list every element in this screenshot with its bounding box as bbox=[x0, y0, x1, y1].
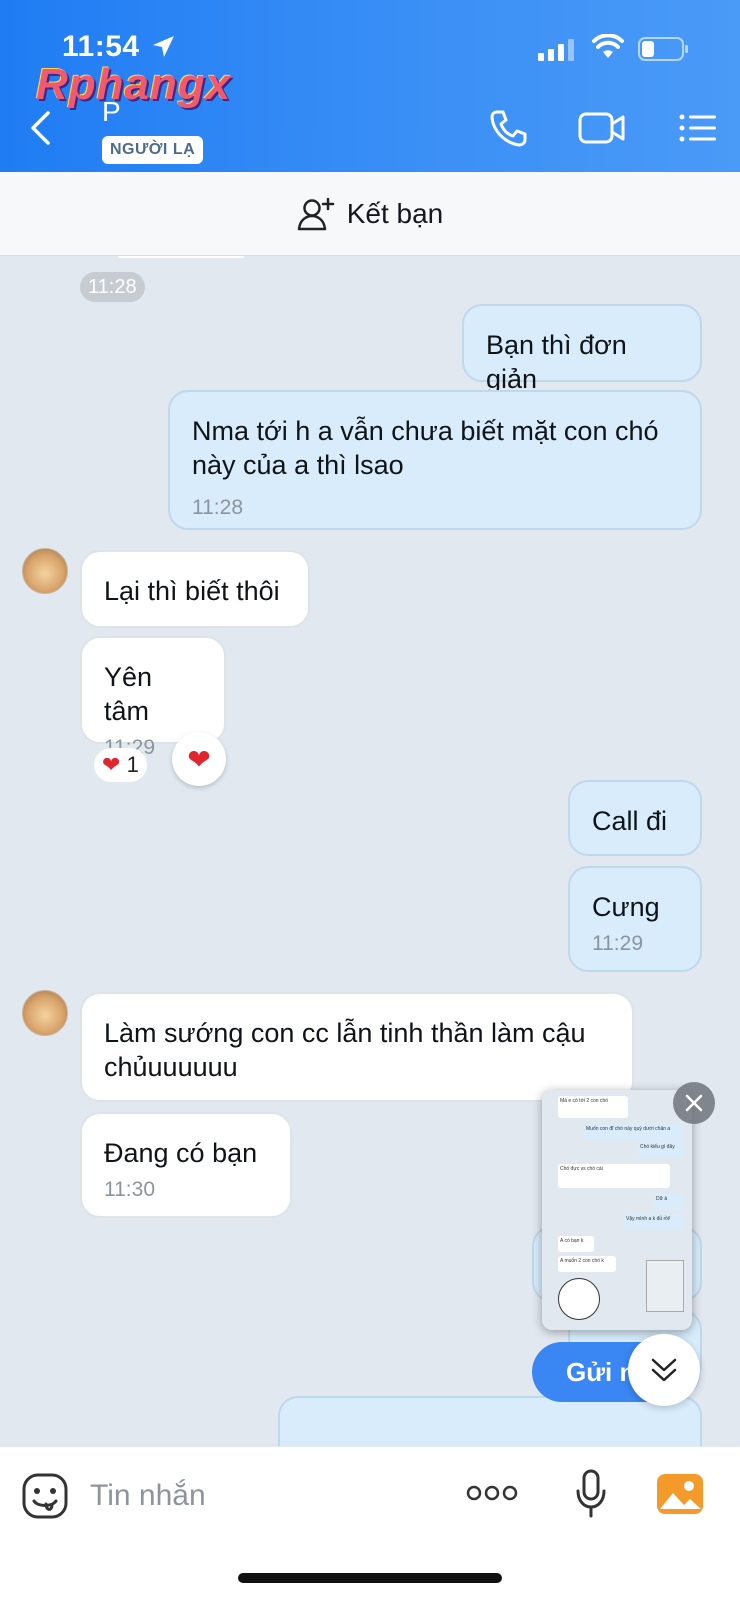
home-indicator bbox=[238, 1573, 502, 1583]
sticker-thumbnail bbox=[558, 1278, 600, 1320]
microphone-icon[interactable] bbox=[574, 1469, 608, 1519]
scroll-to-bottom-button[interactable] bbox=[628, 1334, 700, 1406]
double-chevron-down-icon bbox=[651, 1358, 677, 1382]
video-call-icon[interactable] bbox=[578, 108, 626, 148]
status-time: 11:54 bbox=[62, 30, 140, 63]
message-text: Bạn thì đơn giản bbox=[486, 330, 627, 394]
react-heart-button[interactable]: ❤ bbox=[172, 732, 226, 786]
heart-icon: ❤ bbox=[187, 743, 211, 775]
preview-line: Chó kiểu gì đây bbox=[638, 1142, 684, 1158]
timestamp-pill: 11:28 bbox=[80, 272, 145, 302]
reaction-count: 1 bbox=[126, 752, 139, 777]
screenshot-preview[interactable]: Mà e có tới 2 con chó Muốn con đĩ chó nà… bbox=[542, 1090, 692, 1330]
chat-header: 11:54 Rphangx P NGƯỜI LẠ bbox=[0, 0, 740, 172]
nested-preview-thumbnail bbox=[646, 1260, 684, 1312]
close-preview-button[interactable] bbox=[673, 1082, 715, 1124]
message-input[interactable]: Tin nhắn bbox=[90, 1479, 206, 1513]
sticker-smile-icon[interactable] bbox=[22, 1473, 68, 1519]
contact-avatar[interactable] bbox=[22, 990, 68, 1036]
preview-line: Vậy mình a k đủ rồi! bbox=[624, 1214, 684, 1230]
message-text: Lại thì biết thôi bbox=[104, 576, 280, 606]
message-text: Cưng bbox=[592, 892, 660, 922]
watermark-logo: Rphangx bbox=[36, 60, 232, 109]
gallery-image-icon[interactable] bbox=[656, 1473, 704, 1515]
message-time: 11:30 bbox=[104, 1178, 155, 1201]
add-friend-icon bbox=[297, 197, 334, 230]
preview-line: Chó đực vs chó cái bbox=[558, 1164, 670, 1188]
message-text: Đang có bạn bbox=[104, 1138, 258, 1168]
wifi-icon bbox=[592, 34, 624, 58]
preview-line: A có bạn k bbox=[558, 1236, 594, 1252]
message-text: Call đi bbox=[592, 806, 668, 836]
image-message-edge bbox=[118, 256, 244, 258]
battery-icon bbox=[638, 37, 688, 61]
close-icon bbox=[685, 1094, 703, 1112]
preview-line: A muốn 2 con chó k bbox=[558, 1256, 616, 1272]
stranger-badge: NGƯỜI LẠ bbox=[102, 136, 204, 164]
heart-icon: ❤ bbox=[102, 752, 121, 777]
message-text: Làm sướng con cc lẫn tinh thần làm cậu c… bbox=[104, 1018, 586, 1082]
contact-avatar[interactable] bbox=[22, 548, 68, 594]
more-options-icon[interactable] bbox=[466, 1483, 518, 1503]
message-outgoing[interactable]: Bạn thì đơn giản bbox=[462, 304, 702, 394]
location-arrow-icon bbox=[153, 36, 174, 57]
contact-name[interactable]: P bbox=[102, 96, 121, 128]
cellular-signal-icon bbox=[538, 39, 574, 61]
message-outgoing[interactable]: Nma tới h a vẫn chưa biết mặt con chó nà… bbox=[168, 390, 702, 530]
message-outgoing[interactable]: Call đi bbox=[568, 780, 702, 856]
message-time: 11:29 bbox=[592, 932, 643, 955]
message-time: 11:28 bbox=[192, 496, 243, 519]
add-friend-label: Kết bạn bbox=[346, 197, 444, 229]
preview-line: Mà e có tới 2 con chó bbox=[558, 1096, 628, 1118]
phone-call-icon[interactable] bbox=[488, 108, 528, 148]
menu-list-icon[interactable] bbox=[678, 108, 718, 148]
add-friend-button[interactable]: Kết bạn bbox=[0, 172, 740, 256]
message-incoming[interactable]: Lại thì biết thôi bbox=[80, 550, 310, 628]
message-incoming[interactable]: Đang có bạn 11:30 bbox=[80, 1112, 292, 1218]
preview-line: Muốn con đĩ chó này quỳ dưới chân a bbox=[584, 1124, 684, 1140]
message-outgoing[interactable] bbox=[278, 1396, 702, 1446]
message-text: Nma tới h a vẫn chưa biết mặt con chó nà… bbox=[192, 416, 659, 480]
message-text: Yên tâm bbox=[104, 662, 153, 726]
back-arrow-icon[interactable] bbox=[28, 110, 52, 146]
preview-line: Dữ à bbox=[654, 1194, 684, 1210]
reaction-summary[interactable]: ❤ 1 bbox=[94, 748, 147, 782]
message-incoming[interactable]: Làm sướng con cc lẫn tinh thần làm cậu c… bbox=[80, 992, 634, 1102]
message-incoming[interactable]: Yên tâm 11:29 bbox=[80, 636, 226, 759]
message-outgoing[interactable]: Cưng 11:29 bbox=[568, 866, 702, 972]
